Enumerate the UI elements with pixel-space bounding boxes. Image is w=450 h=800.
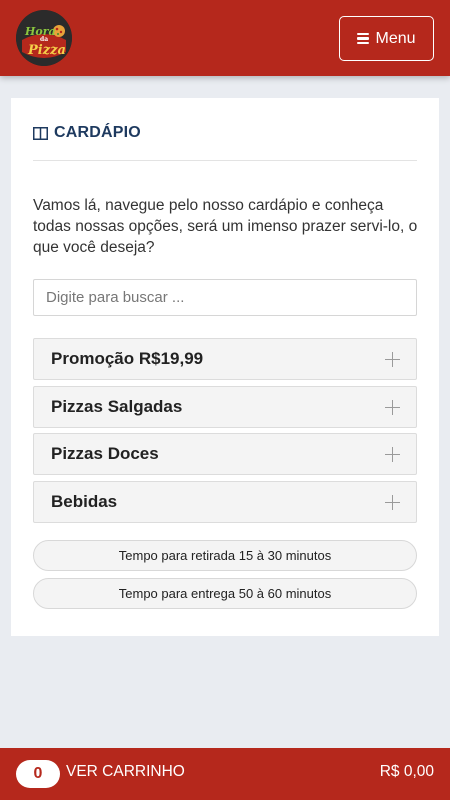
divider: [33, 160, 417, 161]
book-icon: [33, 126, 48, 140]
cart-total: R$ 0,00: [379, 763, 434, 780]
category-promocao[interactable]: Promoção R$19,99: [33, 338, 417, 380]
menu-card: CARDÁPIO Vamos lá, navegue pelo nosso ca…: [11, 98, 439, 636]
cart-bar[interactable]: 0 VER CARRINHO R$ 0,00: [0, 748, 450, 800]
category-pizzas-doces[interactable]: Pizzas Doces: [33, 433, 417, 475]
section-title-text: CARDÁPIO: [54, 124, 141, 141]
menu-button-label: Menu: [375, 29, 416, 47]
category-label: Pizzas Doces: [51, 444, 159, 463]
svg-text:da: da: [40, 36, 48, 43]
category-label: Pizzas Salgadas: [51, 397, 183, 416]
delivery-time-badge: Tempo para entrega 50 à 60 minutos: [33, 578, 417, 609]
logo-image: Hora da Pizza: [16, 10, 72, 66]
category-label: Bebidas: [51, 492, 118, 511]
plus-icon: [385, 399, 400, 415]
view-cart-link[interactable]: VER CARRINHO: [66, 763, 185, 781]
search-input[interactable]: [33, 279, 417, 316]
svg-text:Pizza: Pizza: [27, 43, 66, 58]
plus-icon: [385, 446, 400, 462]
category-label: Promoção R$19,99: [51, 349, 204, 368]
hora-da-pizza-logo[interactable]: Hora da Pizza: [16, 10, 72, 66]
hamburger-icon: [357, 33, 370, 44]
plus-icon: [385, 351, 400, 367]
intro-text: Vamos lá, navegue pelo nosso cardápio e …: [33, 197, 418, 256]
plus-icon: [385, 494, 400, 510]
cart-count-badge: 0: [16, 760, 60, 788]
top-bar: Hora da Pizza Menu: [0, 0, 450, 76]
menu-button[interactable]: Menu: [339, 16, 434, 61]
section-title: CARDÁPIO: [33, 122, 141, 144]
category-bebidas[interactable]: Bebidas: [33, 481, 417, 523]
pickup-time-badge: Tempo para retirada 15 à 30 minutos: [33, 540, 417, 571]
category-pizzas-salgadas[interactable]: Pizzas Salgadas: [33, 386, 417, 428]
